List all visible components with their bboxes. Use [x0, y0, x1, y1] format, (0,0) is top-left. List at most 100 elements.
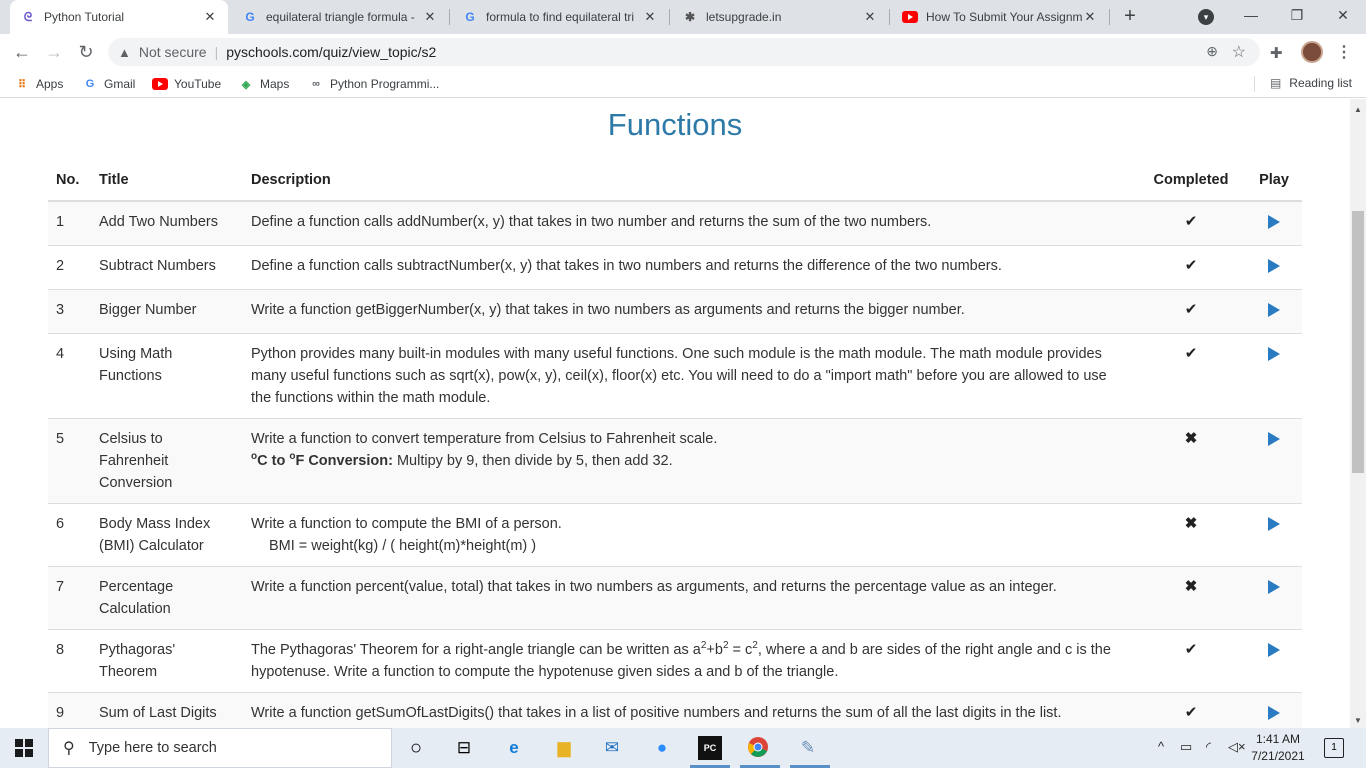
edge-icon[interactable]: e [502, 736, 526, 760]
column-header: Title [91, 163, 243, 202]
wifi-icon[interactable]: ◜ [1206, 739, 1211, 755]
close-icon[interactable]: ✕ [642, 9, 658, 25]
notification-icon[interactable]: 1 [1324, 738, 1344, 758]
new-tab-button[interactable]: + [1118, 4, 1142, 28]
bookmark-maps[interactable]: ◈ Maps [238, 76, 290, 92]
row-title: Bigger Number [91, 289, 243, 334]
play-icon[interactable] [1268, 706, 1280, 720]
conversion-label: oC to oF Conversion: [251, 451, 393, 469]
row-description: Write a function getBiggerNumber(x, y) t… [243, 289, 1136, 334]
bookmark-python-programming[interactable]: ∞ Python Programmi... [308, 76, 439, 92]
search-icon: ⚲ [63, 740, 75, 757]
row-title: Body Mass Index (BMI) Calculator [91, 503, 243, 567]
pycharm-icon[interactable]: PC [698, 736, 722, 760]
tab-python-tutorial[interactable]: ᘓ Python Tutorial ✕ [10, 0, 228, 34]
bookmark-apps[interactable]: ⠿ Apps [14, 76, 63, 92]
table-row: 3 Bigger Number Write a function getBigg… [48, 289, 1302, 334]
bookmark-star-icon[interactable]: ☆ [1232, 42, 1246, 62]
zoom-icon[interactable]: ⊕ [1206, 43, 1218, 60]
chrome-icon[interactable] [746, 736, 770, 760]
battery-icon[interactable]: ▭ [1180, 739, 1192, 755]
zoom-app-icon[interactable]: ● [650, 736, 674, 760]
reading-list-label: Reading list [1289, 76, 1352, 90]
conversion-text: Multipy by 9, then divide by 5, then add… [392, 453, 673, 469]
bookmark-label: Python Programmi... [330, 77, 440, 91]
start-button[interactable] [0, 728, 48, 768]
scroll-down-icon[interactable]: ▼ [1354, 716, 1362, 725]
divider: | [214, 44, 219, 60]
tab-formula-equilateral[interactable]: G formula to find equilateral tri ✕ [452, 0, 668, 34]
play-icon[interactable] [1268, 517, 1280, 531]
address-bar[interactable]: ▲ Not secure | pyschools.com/quiz/view_t… [108, 38, 1260, 66]
security-label[interactable]: Not secure [139, 44, 207, 60]
google-icon: G [85, 78, 95, 90]
row-description: Python provides many built-in modules wi… [243, 333, 1136, 419]
bookmark-gmail[interactable]: G Gmail [82, 76, 136, 92]
row-number: 5 [48, 418, 91, 504]
tab-search-icon[interactable]: ▾ [1198, 9, 1214, 25]
taskbar-search[interactable]: ⚲ Type here to search [48, 728, 392, 768]
cross-icon: ✖ [1184, 578, 1198, 595]
close-icon[interactable]: ✕ [202, 9, 218, 25]
bookmark-youtube[interactable]: YouTube [152, 76, 221, 92]
play-icon[interactable] [1268, 259, 1280, 273]
row-title: Pythagoras' Theorem [91, 629, 243, 693]
play-icon[interactable] [1268, 215, 1280, 229]
url-text[interactable]: pyschools.com/quiz/view_topic/s2 [226, 44, 436, 60]
tab-equilateral-formula[interactable]: G equilateral triangle formula - ✕ [232, 0, 448, 34]
tab-letsupgrade[interactable]: ✱ letsupgrade.in ✕ [672, 0, 888, 34]
divider [1254, 76, 1255, 92]
cross-icon: ✖ [1184, 515, 1198, 532]
volume-icon[interactable]: ◁× [1228, 739, 1246, 755]
tab-separator [669, 9, 670, 25]
page-content: Functions No. Title Description Complete… [0, 99, 1350, 728]
restore-button[interactable]: ❐ [1274, 0, 1320, 30]
close-icon[interactable]: ✕ [862, 9, 878, 25]
play-icon[interactable] [1268, 347, 1280, 361]
clock[interactable]: 1:41 AM 7/21/2021 [1246, 731, 1310, 765]
windows-icon [15, 739, 33, 757]
row-description: Write a function getSumOfLastDigits() th… [243, 692, 1136, 728]
row-description: Define a function calls addNumber(x, y) … [243, 200, 1136, 246]
close-window-button[interactable]: ✕ [1320, 0, 1366, 30]
forward-icon[interactable]: → [42, 40, 66, 64]
description-line: Write a function to compute the BMI of a… [251, 516, 562, 532]
mail-icon[interactable]: ✉ [600, 736, 624, 760]
row-description: Define a function calls subtractNumber(x… [243, 245, 1136, 290]
play-icon[interactable] [1268, 432, 1280, 446]
vertical-scrollbar[interactable]: ▲ ▼ [1350, 99, 1366, 728]
tab-submit-assignment[interactable]: How To Submit Your Assignm ✕ [892, 0, 1108, 34]
minimize-button[interactable]: — [1228, 0, 1274, 30]
extensions-icon[interactable]: ✚ [1270, 44, 1283, 62]
back-icon[interactable]: ← [10, 40, 34, 64]
cross-icon: ✖ [1184, 430, 1198, 447]
play-icon[interactable] [1268, 643, 1280, 657]
close-icon[interactable]: ✕ [422, 9, 438, 25]
exercise-table: No. Title Description Completed Play 1 A… [48, 163, 1302, 728]
cortana-icon[interactable]: ○ [404, 736, 428, 760]
reload-icon[interactable]: ↻ [74, 40, 98, 64]
chevron-up-icon[interactable]: ^ [1158, 739, 1164, 754]
reading-list-button[interactable]: ▤ Reading list [1270, 76, 1352, 90]
maps-pin-icon: ◈ [241, 78, 251, 91]
warning-icon[interactable]: ▲ [118, 45, 131, 60]
checkmark-icon: ✔ [1184, 301, 1198, 318]
avatar[interactable] [1301, 41, 1323, 63]
google-icon: G [245, 10, 255, 24]
checkmark-icon: ✔ [1184, 345, 1198, 362]
play-icon[interactable] [1268, 580, 1280, 594]
task-view-icon[interactable]: ⊟ [452, 736, 476, 760]
play-icon[interactable] [1268, 303, 1280, 317]
paint-icon[interactable]: ✎ [796, 736, 820, 760]
bmi-formula: BMI = weight(kg) / ( height(m)*height(m)… [269, 538, 537, 554]
row-title: Percentage Calculation [91, 566, 243, 630]
scroll-up-icon[interactable]: ▲ [1354, 105, 1362, 114]
file-explorer-icon[interactable]: ▆ [552, 736, 576, 760]
tab-separator [889, 9, 890, 25]
scrollbar-thumb[interactable] [1352, 211, 1364, 473]
row-title: Celsius to Fahrenheit Conversion [91, 418, 243, 504]
row-title: Using Math Functions [91, 333, 243, 419]
row-title: Sum of Last Digits [91, 692, 243, 728]
menu-icon[interactable]: ⋮ [1336, 42, 1352, 62]
close-icon[interactable]: ✕ [1082, 9, 1098, 25]
